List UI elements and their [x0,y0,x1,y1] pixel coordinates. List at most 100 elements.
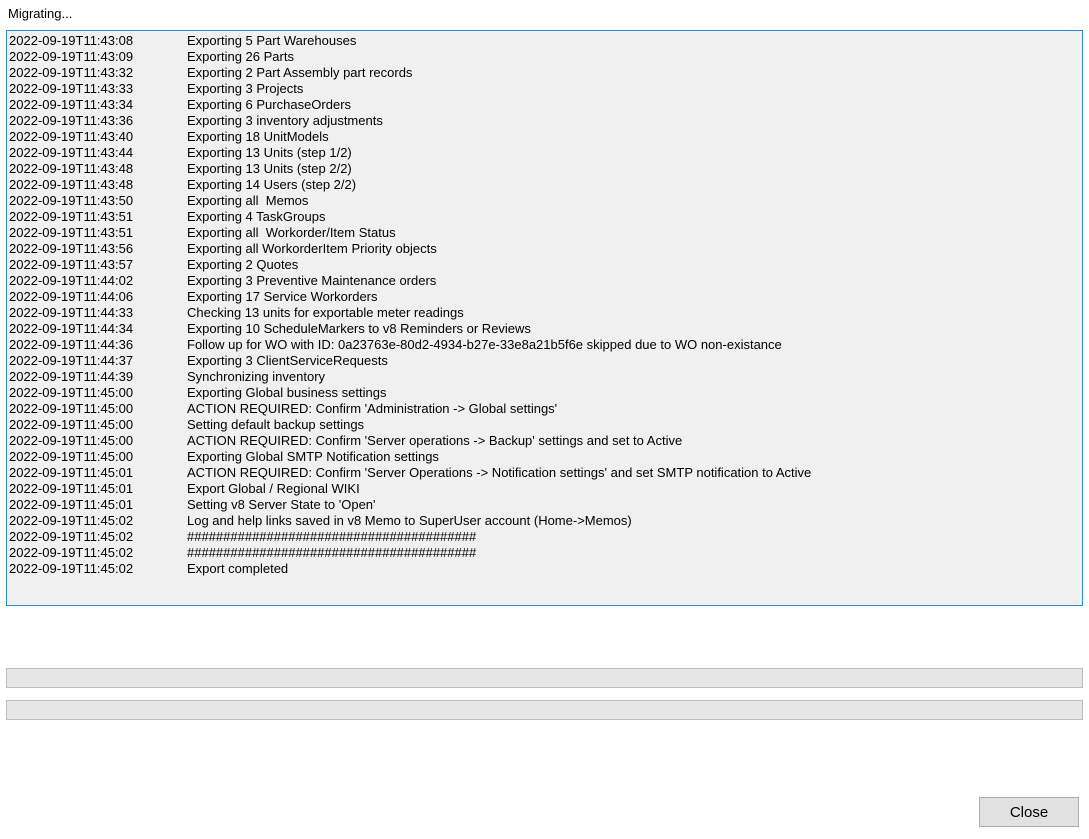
log-message: Exporting Global business settings [187,385,1080,401]
log-timestamp: 2022-09-19T11:43:51 [9,225,187,241]
log-row: 2022-09-19T11:44:37Exporting 3 ClientSer… [9,353,1080,369]
log-row: 2022-09-19T11:43:57Exporting 2 Quotes [9,257,1080,273]
log-timestamp: 2022-09-19T11:45:02 [9,545,187,561]
log-message: Exporting 2 Quotes [187,257,1080,273]
log-row: 2022-09-19T11:45:02#####################… [9,545,1080,561]
log-timestamp: 2022-09-19T11:45:02 [9,529,187,545]
log-row: 2022-09-19T11:45:02Export completed [9,561,1080,577]
log-timestamp: 2022-09-19T11:44:06 [9,289,187,305]
log-message: Setting v8 Server State to 'Open' [187,497,1080,513]
log-timestamp: 2022-09-19T11:43:08 [9,33,187,49]
log-row: 2022-09-19T11:43:56Exporting all Workord… [9,241,1080,257]
log-message: Exporting 3 inventory adjustments [187,113,1080,129]
log-timestamp: 2022-09-19T11:43:48 [9,161,187,177]
log-message: Exporting 5 Part Warehouses [187,33,1080,49]
log-row: 2022-09-19T11:43:36Exporting 3 inventory… [9,113,1080,129]
log-timestamp: 2022-09-19T11:43:33 [9,81,187,97]
log-row: 2022-09-19T11:43:48Exporting 14 Users (s… [9,177,1080,193]
log-row: 2022-09-19T11:43:40Exporting 18 UnitMode… [9,129,1080,145]
log-message: Exporting 13 Units (step 1/2) [187,145,1080,161]
log-row: 2022-09-19T11:44:36Follow up for WO with… [9,337,1080,353]
log-timestamp: 2022-09-19T11:44:36 [9,337,187,353]
log-row: 2022-09-19T11:45:01ACTION REQUIRED: Conf… [9,465,1080,481]
log-message: Exporting all WorkorderItem Priority obj… [187,241,1080,257]
log-message: Exporting 18 UnitModels [187,129,1080,145]
log-message: Exporting 13 Units (step 2/2) [187,161,1080,177]
log-timestamp: 2022-09-19T11:45:01 [9,497,187,513]
log-timestamp: 2022-09-19T11:45:00 [9,417,187,433]
log-timestamp: 2022-09-19T11:43:40 [9,129,187,145]
log-timestamp: 2022-09-19T11:43:48 [9,177,187,193]
log-timestamp: 2022-09-19T11:45:00 [9,433,187,449]
log-timestamp: 2022-09-19T11:43:44 [9,145,187,161]
log-message: Synchronizing inventory [187,369,1080,385]
log-timestamp: 2022-09-19T11:45:02 [9,513,187,529]
log-message: ACTION REQUIRED: Confirm 'Server Operati… [187,465,1080,481]
log-row: 2022-09-19T11:45:01Setting v8 Server Sta… [9,497,1080,513]
log-timestamp: 2022-09-19T11:45:02 [9,561,187,577]
log-message: Exporting 3 ClientServiceRequests [187,353,1080,369]
log-message: Exporting 2 Part Assembly part records [187,65,1080,81]
log-textarea[interactable]: 2022-09-19T11:43:08Exporting 5 Part Ware… [6,30,1083,606]
log-message: Exporting 3 Preventive Maintenance order… [187,273,1080,289]
log-timestamp: 2022-09-19T11:45:00 [9,385,187,401]
progress-bar-2 [6,700,1083,720]
close-button[interactable]: Close [979,797,1079,827]
log-timestamp: 2022-09-19T11:43:36 [9,113,187,129]
log-cursor-line [9,577,1080,593]
log-timestamp: 2022-09-19T11:43:56 [9,241,187,257]
log-message: ######################################## [187,545,1080,561]
log-message: Exporting all Workorder/Item Status [187,225,1080,241]
progress-bar-1 [6,668,1083,688]
log-message: Exporting 6 PurchaseOrders [187,97,1080,113]
log-message: Exporting 3 Projects [187,81,1080,97]
log-timestamp: 2022-09-19T11:44:33 [9,305,187,321]
close-button-label: Close [1010,804,1048,821]
log-timestamp: 2022-09-19T11:43:57 [9,257,187,273]
log-row: 2022-09-19T11:45:00ACTION REQUIRED: Conf… [9,401,1080,417]
log-row: 2022-09-19T11:44:39Synchronizing invento… [9,369,1080,385]
log-message: ACTION REQUIRED: Confirm 'Administration… [187,401,1080,417]
log-row: 2022-09-19T11:44:06Exporting 17 Service … [9,289,1080,305]
log-row: 2022-09-19T11:43:44Exporting 13 Units (s… [9,145,1080,161]
log-message: Export completed [187,561,1080,577]
log-timestamp: 2022-09-19T11:43:51 [9,209,187,225]
log-row: 2022-09-19T11:45:02Log and help links sa… [9,513,1080,529]
log-row: 2022-09-19T11:43:51Exporting 4 TaskGroup… [9,209,1080,225]
log-message: Exporting 10 ScheduleMarkers to v8 Remin… [187,321,1080,337]
log-row: 2022-09-19T11:43:32Exporting 2 Part Asse… [9,65,1080,81]
log-row: 2022-09-19T11:43:09Exporting 26 Parts [9,49,1080,65]
log-message: Setting default backup settings [187,417,1080,433]
log-message: Exporting 26 Parts [187,49,1080,65]
log-timestamp: 2022-09-19T11:44:34 [9,321,187,337]
log-timestamp: 2022-09-19T11:45:00 [9,449,187,465]
log-message: Log and help links saved in v8 Memo to S… [187,513,1080,529]
log-timestamp: 2022-09-19T11:43:34 [9,97,187,113]
log-row: 2022-09-19T11:43:33Exporting 3 Projects [9,81,1080,97]
log-row: 2022-09-19T11:45:00Setting default backu… [9,417,1080,433]
log-timestamp: 2022-09-19T11:44:37 [9,353,187,369]
log-message: Export Global / Regional WIKI [187,481,1080,497]
log-row: 2022-09-19T11:43:51Exporting all Workord… [9,225,1080,241]
log-timestamp: 2022-09-19T11:45:01 [9,481,187,497]
log-message: Exporting all Memos [187,193,1080,209]
log-row: 2022-09-19T11:44:33Checking 13 units for… [9,305,1080,321]
log-row: 2022-09-19T11:44:34Exporting 10 Schedule… [9,321,1080,337]
log-message: Follow up for WO with ID: 0a23763e-80d2-… [187,337,1080,353]
log-timestamp: 2022-09-19T11:44:39 [9,369,187,385]
log-message: ######################################## [187,529,1080,545]
window-title: Migrating... [0,0,1089,25]
log-message: Exporting 17 Service Workorders [187,289,1080,305]
log-message: Exporting 4 TaskGroups [187,209,1080,225]
log-row: 2022-09-19T11:45:01Export Global / Regio… [9,481,1080,497]
log-row: 2022-09-19T11:43:48Exporting 13 Units (s… [9,161,1080,177]
log-message: ACTION REQUIRED: Confirm 'Server operati… [187,433,1080,449]
log-message: Checking 13 units for exportable meter r… [187,305,1080,321]
log-timestamp: 2022-09-19T11:43:50 [9,193,187,209]
log-timestamp: 2022-09-19T11:43:09 [9,49,187,65]
log-row: 2022-09-19T11:45:02#####################… [9,529,1080,545]
log-row: 2022-09-19T11:43:34Exporting 6 PurchaseO… [9,97,1080,113]
log-row: 2022-09-19T11:45:00Exporting Global busi… [9,385,1080,401]
log-message: Exporting 14 Users (step 2/2) [187,177,1080,193]
log-timestamp: 2022-09-19T11:44:02 [9,273,187,289]
